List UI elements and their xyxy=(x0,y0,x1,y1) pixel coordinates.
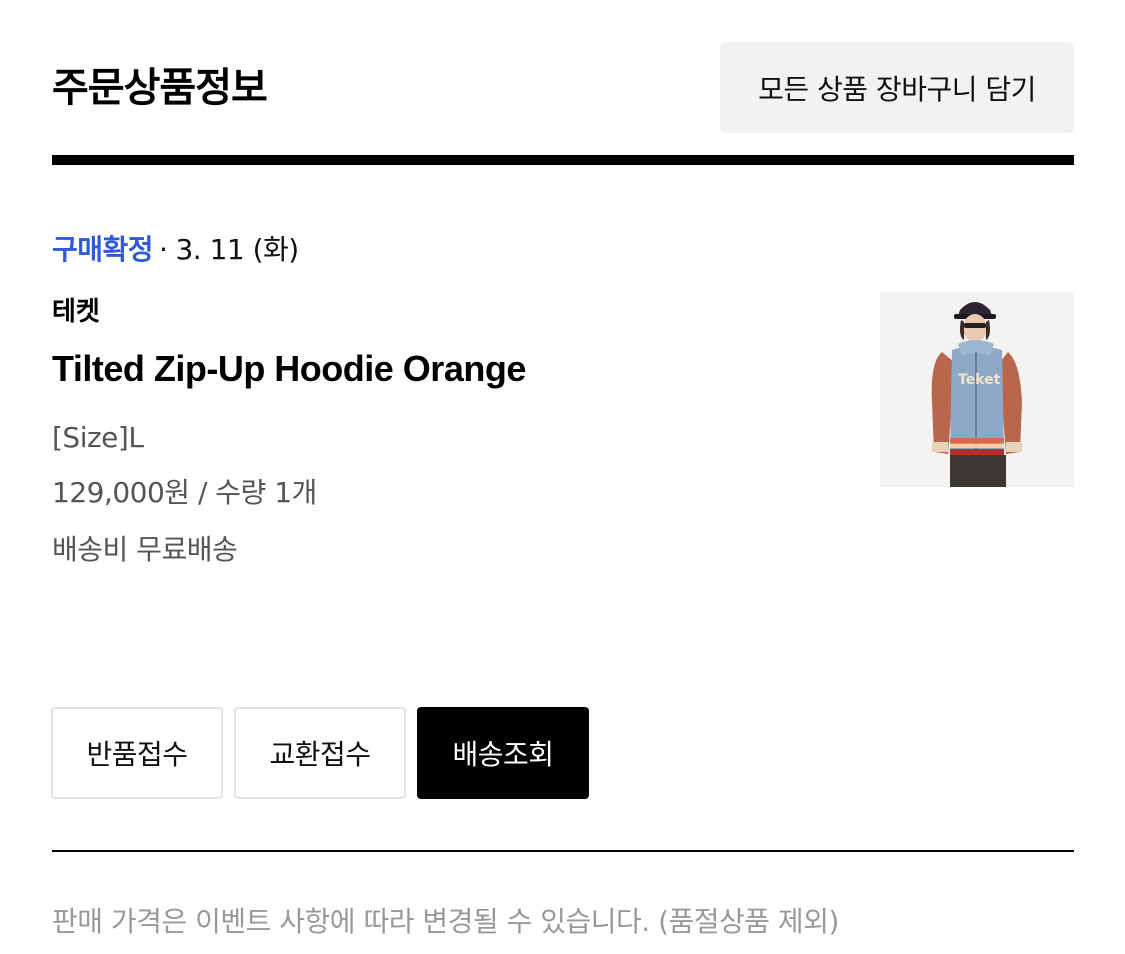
product-option: [Size]L xyxy=(52,421,144,454)
svg-text:Teket: Teket xyxy=(958,372,1001,388)
order-status: 구매확정 xyxy=(52,233,154,266)
price-quantity: 129,000원 / 수량 1개 xyxy=(52,476,317,509)
hoodie-product-photo: Teket xyxy=(880,292,1074,487)
brand-name[interactable]: 테켓 xyxy=(52,292,100,332)
product-thumbnail[interactable]: Teket xyxy=(880,292,1074,487)
footer-divider xyxy=(52,850,1074,852)
exchange-request-button[interactable]: 교환접수 xyxy=(234,707,406,799)
order-product-info: 주문상품정보 모든 상품 장바구니 담기 구매확정 · 3. 11 (화) 테켓 T… xyxy=(0,0,1125,954)
product-name[interactable]: Tilted Zip-Up Hoodie Orange xyxy=(52,344,526,394)
page-title: 주문상품정보 xyxy=(52,65,268,111)
order-status-line: 구매확정 · 3. 11 (화) xyxy=(52,230,299,270)
price-notice: 판매 가격은 이벤트 사항에 따라 변경될 수 있습니다. (품절상품 제외) xyxy=(52,905,839,938)
order-date: 3. 11 (화) xyxy=(175,233,299,266)
header-divider xyxy=(52,155,1074,165)
track-shipment-button[interactable]: 배송조회 xyxy=(417,707,589,799)
shipping-fee: 배송비 무료배송 xyxy=(52,533,238,566)
status-separator: · xyxy=(159,233,168,266)
add-all-to-cart-button[interactable]: 모든 상품 장바구니 담기 xyxy=(720,42,1074,133)
return-request-button[interactable]: 반품접수 xyxy=(51,707,223,799)
